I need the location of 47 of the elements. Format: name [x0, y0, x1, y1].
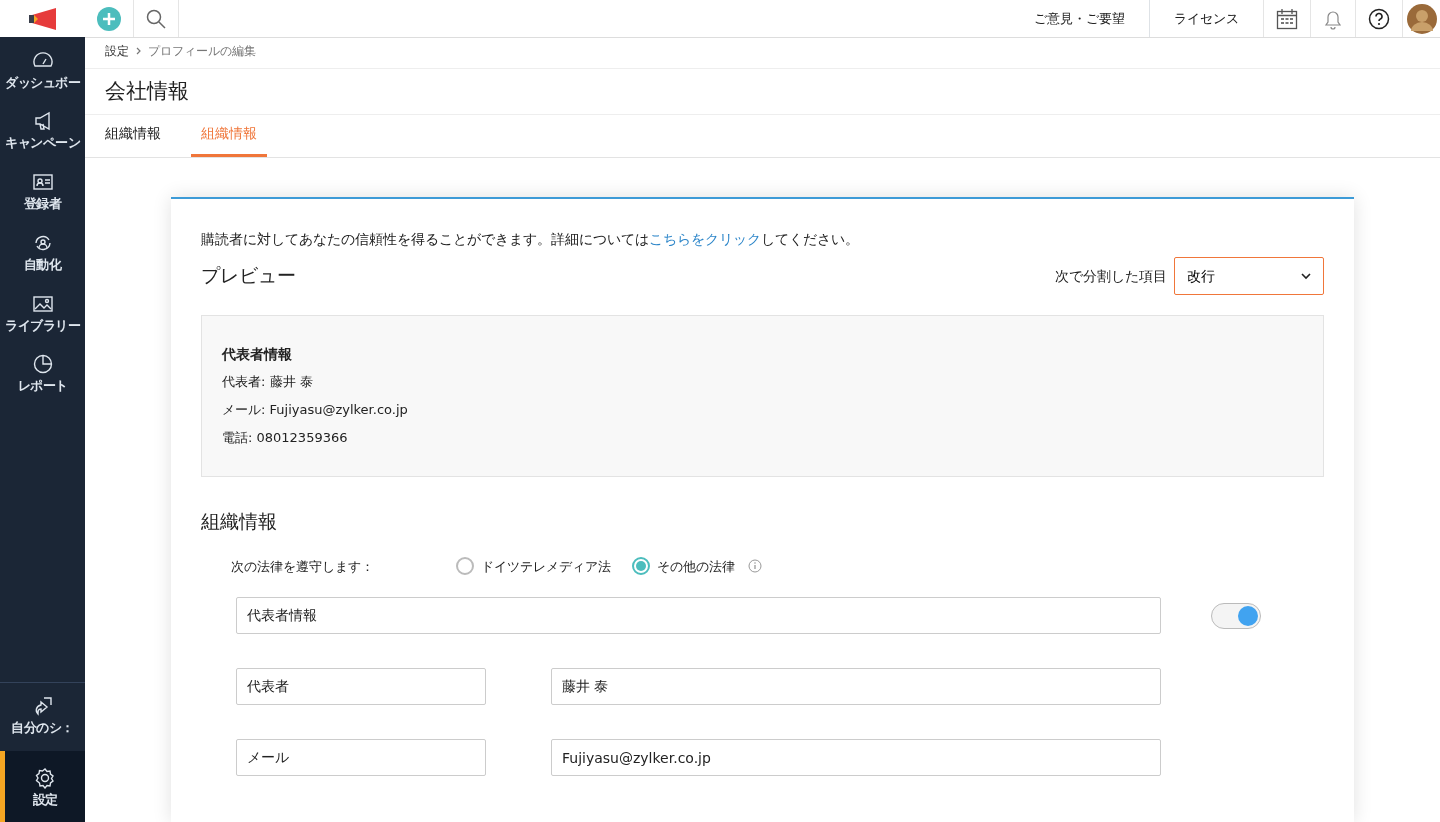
chevron-right-icon	[136, 47, 141, 55]
radio-button[interactable]	[632, 557, 650, 576]
value-field[interactable]: Fujiyasu@zylker.co.jp	[551, 739, 1161, 777]
pie-chart-icon	[31, 353, 54, 376]
sidebar-item[interactable]: 設定	[0, 751, 85, 822]
search-icon[interactable]	[146, 8, 166, 29]
tab[interactable]: 組織情報	[95, 115, 171, 158]
id-card-icon	[31, 171, 54, 193]
law-label: 次の法律を遵守します：	[231, 557, 375, 576]
separator-dropdown[interactable]: 改行	[1174, 257, 1324, 296]
sidebar-item[interactable]: 登録者	[0, 162, 85, 223]
preview-line: 電話: 08012359366	[222, 429, 349, 448]
breadcrumb-item: プロフィールの編集	[148, 43, 256, 60]
toggle-switch[interactable]	[1211, 602, 1261, 629]
top-link[interactable]: ライセンス	[1162, 8, 1251, 29]
section-title: 組織情報	[201, 509, 278, 535]
radio-button[interactable]	[456, 557, 474, 576]
chevron-icon	[1301, 272, 1311, 280]
help-link[interactable]: こちらをクリック	[649, 231, 761, 248]
sidebar-item[interactable]: ダッシュボー	[0, 40, 85, 102]
sidebar-item[interactable]: 自動化	[0, 222, 85, 284]
sidebar-item[interactable]: レポート	[0, 344, 85, 405]
add-button[interactable]	[97, 6, 121, 31]
info-icon[interactable]	[748, 559, 762, 574]
help-icon[interactable]	[1368, 7, 1390, 30]
value-field[interactable]: 藤井 泰	[551, 668, 1161, 706]
page-title: 会社情報	[85, 69, 1440, 116]
sidebar-item[interactable]: キャンペーン	[0, 101, 85, 162]
top-link[interactable]: ご意見・ご要望	[1022, 8, 1137, 29]
sidebar-item[interactable]: ライブラリー	[0, 283, 85, 345]
radio-label: ドイツテレメディア法	[481, 557, 611, 576]
preview-line: メール: Fujiyasu@zylker.co.jp	[222, 401, 409, 420]
preview-title: プレビュー	[201, 263, 296, 289]
preview-heading: 代表者情報	[222, 345, 293, 365]
separator-label: 次で分割した項目	[1055, 266, 1167, 286]
label-field[interactable]: メール	[236, 739, 486, 777]
avatar[interactable]	[1406, 3, 1437, 34]
breadcrumb-item[interactable]: 設定	[105, 42, 129, 60]
sidebar-item[interactable]: 自分のシ：	[0, 682, 85, 752]
calendar-icon[interactable]	[1276, 7, 1298, 30]
preview-line: 代表者: 藤井 泰	[222, 373, 314, 392]
label-field[interactable]: 代表者	[236, 668, 486, 706]
megaphone-logo	[27, 6, 58, 31]
group-name-field[interactable]: 代表者情報	[236, 597, 1161, 635]
intro-text: 購読者に対してあなたの信頼性を得ることができます。詳細については こちらをクリック してください。	[201, 230, 860, 250]
radio-label: その他の法律	[657, 557, 735, 576]
settings-icon	[34, 767, 56, 790]
